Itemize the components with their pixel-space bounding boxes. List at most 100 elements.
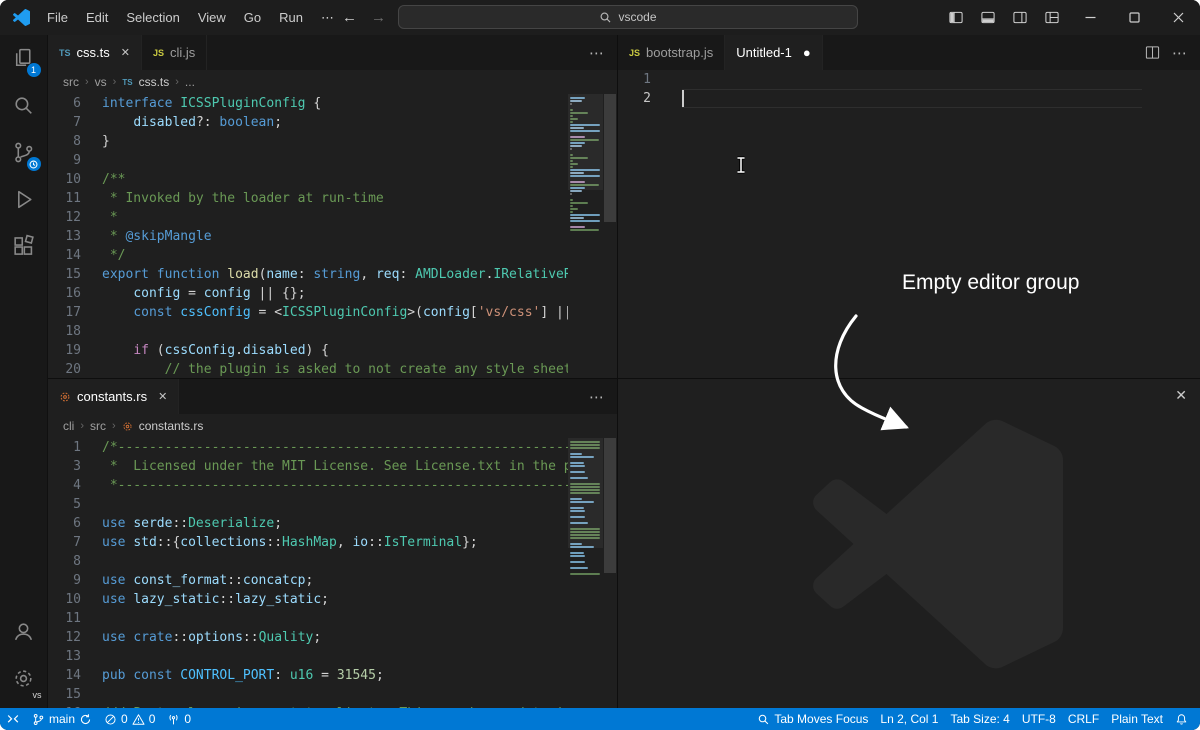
chevron-right-icon: ›: [85, 76, 89, 88]
problems-indicator[interactable]: 0 0: [98, 708, 161, 730]
code-editor[interactable]: [664, 70, 1200, 378]
eol-indicator[interactable]: CRLF: [1062, 708, 1105, 730]
chevron-right-icon: ›: [80, 420, 84, 432]
vertical-scrollbar[interactable]: [603, 438, 617, 708]
language-mode-indicator[interactable]: Plain Text: [1105, 708, 1169, 730]
toggle-primary-sidebar-icon[interactable]: [940, 0, 972, 35]
close-window-button[interactable]: [1156, 0, 1200, 35]
editor-group-bottom-right-empty: ✕: [617, 378, 1200, 708]
title-bar: File Edit Selection View Go Run ⋯ ← → vs…: [0, 0, 1200, 35]
magnifier-icon: [757, 713, 770, 726]
tab-css-ts[interactable]: TS css.ts ✕: [48, 35, 142, 70]
run-and-debug-icon[interactable]: [0, 176, 48, 223]
breadcrumb-item-src[interactable]: src: [63, 75, 79, 89]
tab-label: cli.js: [170, 45, 195, 60]
activity-bar: 1 vs: [0, 35, 48, 708]
status-bar-right: Tab Moves Focus Ln 2, Col 1 Tab Size: 4 …: [751, 708, 1200, 730]
indentation-label: Tab Size: 4: [950, 712, 1009, 726]
tab-untitled-1[interactable]: Untitled-1 ●: [725, 35, 823, 70]
command-center-search[interactable]: vscode: [398, 5, 858, 29]
more-actions-icon[interactable]: ⋯: [589, 388, 605, 406]
line-numbers: 1345678910111213141516: [48, 438, 94, 708]
breadcrumb-item-src[interactable]: src: [90, 419, 106, 433]
forward-arrow-icon[interactable]: →: [371, 9, 386, 26]
remote-indicator[interactable]: [0, 708, 26, 730]
menu-view[interactable]: View: [189, 0, 235, 35]
settings-gear-icon[interactable]: vs: [0, 655, 48, 702]
breadcrumb: cli › src › constants.rs: [48, 414, 617, 438]
cursor-position-indicator[interactable]: Ln 2, Col 1: [874, 708, 944, 730]
indentation-indicator[interactable]: Tab Size: 4: [944, 708, 1015, 730]
status-bar: main 0 0 0 Tab Moves Focus Ln 2, Col 1: [0, 708, 1200, 730]
breadcrumb-item-symbol[interactable]: ...: [185, 75, 195, 89]
minimap[interactable]: [568, 438, 603, 708]
vscode-logo-icon: [13, 9, 30, 26]
editor-actions: ⋯: [577, 379, 617, 414]
editor-group-bottom-left: constants.rs ✕ ⋯ cli › src › constants.r…: [48, 378, 617, 708]
accounts-icon[interactable]: [0, 608, 48, 655]
minimize-button[interactable]: [1068, 0, 1112, 35]
menu-selection[interactable]: Selection: [117, 0, 188, 35]
extensions-icon[interactable]: [0, 223, 48, 270]
git-branch-icon: [32, 713, 45, 726]
menu-overflow[interactable]: ⋯: [312, 0, 343, 35]
more-actions-icon[interactable]: ⋯: [589, 44, 605, 62]
js-file-icon: JS: [629, 48, 640, 58]
menu-file[interactable]: File: [38, 0, 77, 35]
editor-group-top-left: TS css.ts ✕ JS cli.js ⋯ src › vs › TS cs…: [48, 35, 617, 378]
code-editor[interactable]: /*--------------------------------------…: [94, 438, 568, 708]
toggle-secondary-sidebar-icon[interactable]: [1004, 0, 1036, 35]
toggle-panel-icon[interactable]: [972, 0, 1004, 35]
chevron-right-icon: ›: [113, 76, 117, 88]
more-actions-icon[interactable]: ⋯: [1172, 44, 1188, 62]
dirty-indicator-icon[interactable]: ●: [803, 45, 811, 60]
maximize-button[interactable]: [1112, 0, 1156, 35]
search-view-icon[interactable]: [0, 82, 48, 129]
code-editor[interactable]: interface ICSSPluginConfig { disabled?: …: [94, 94, 568, 378]
vertical-scrollbar[interactable]: [603, 94, 617, 378]
close-icon[interactable]: ✕: [158, 390, 167, 403]
tab-bootstrap-js[interactable]: JS bootstrap.js: [618, 35, 725, 70]
tab-label: css.ts: [77, 45, 110, 60]
editor-constants-rs: 1345678910111213141516 /*---------------…: [48, 438, 617, 708]
explorer-icon[interactable]: 1: [0, 35, 48, 82]
command-center-value: vscode: [618, 10, 656, 24]
tab-bar: constants.rs ✕ ⋯: [48, 379, 617, 414]
source-control-badge-clock-icon: [27, 157, 41, 171]
minimap[interactable]: [568, 94, 603, 378]
split-editor-icon[interactable]: [1145, 45, 1160, 60]
history-navigation: ← →: [342, 9, 386, 26]
explorer-badge: 1: [27, 63, 41, 77]
breadcrumb-item-cli[interactable]: cli: [63, 419, 74, 433]
breadcrumb-item-vs[interactable]: vs: [95, 75, 107, 89]
activity-bar-bottom: vs: [0, 608, 48, 702]
vscode-watermark-logo: [813, 419, 1063, 669]
notifications-indicator[interactable]: [1169, 708, 1194, 730]
rust-file-icon: [59, 391, 71, 403]
tab-constants-rs[interactable]: constants.rs ✕: [48, 379, 179, 414]
errors-icon: [104, 713, 117, 726]
sync-icon: [79, 713, 92, 726]
customize-layout-icon[interactable]: [1036, 0, 1068, 35]
menu-edit[interactable]: Edit: [77, 0, 117, 35]
branch-indicator[interactable]: main: [26, 708, 98, 730]
menu-run[interactable]: Run: [270, 0, 312, 35]
encoding-indicator[interactable]: UTF-8: [1016, 708, 1062, 730]
text-cursor: [682, 90, 684, 107]
back-arrow-icon[interactable]: ←: [342, 9, 357, 26]
source-control-icon[interactable]: [0, 129, 48, 176]
breadcrumb-item-file[interactable]: constants.rs: [139, 419, 204, 433]
close-icon[interactable]: ✕: [121, 46, 130, 59]
close-group-icon[interactable]: ✕: [1175, 387, 1187, 404]
branch-name: main: [49, 712, 75, 726]
editor-actions: ⋯: [577, 35, 617, 70]
tab-label: bootstrap.js: [646, 45, 713, 60]
bell-icon: [1175, 713, 1188, 726]
menu-go[interactable]: Go: [235, 0, 270, 35]
ports-indicator[interactable]: 0: [161, 708, 197, 730]
error-count: 0: [121, 712, 128, 726]
breadcrumb-item-file[interactable]: css.ts: [139, 75, 170, 89]
line-numbers: 12: [618, 70, 664, 378]
tab-moves-focus-indicator[interactable]: Tab Moves Focus: [751, 708, 874, 730]
tab-cli-js[interactable]: JS cli.js: [142, 35, 207, 70]
